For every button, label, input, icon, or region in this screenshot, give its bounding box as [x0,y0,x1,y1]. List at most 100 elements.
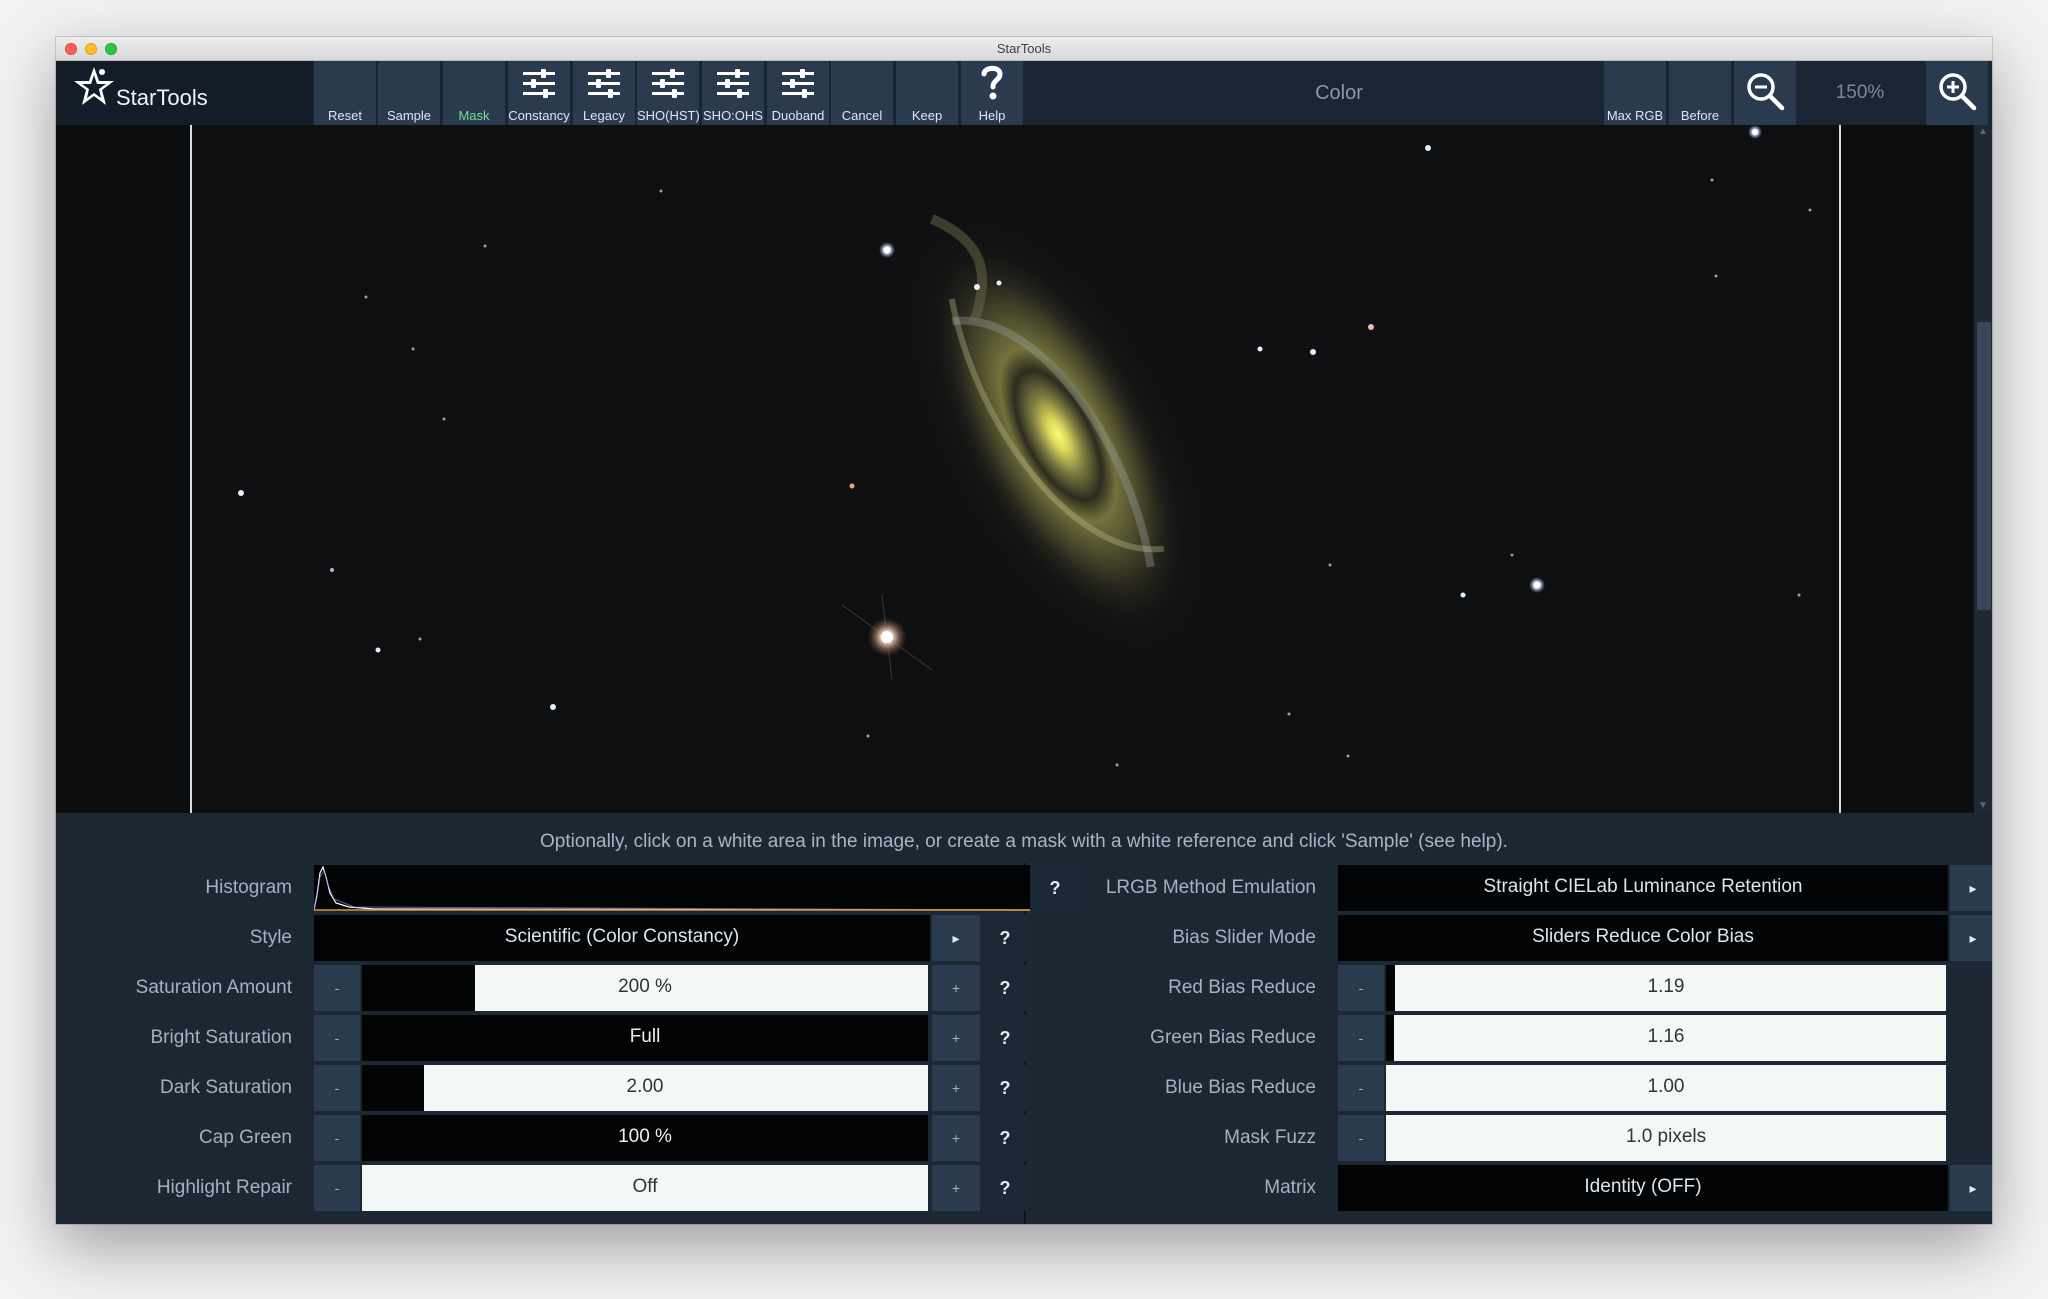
sho-hst-label: SHO(HST) [637,108,700,123]
mask-fuzz-value: 1.0 pixels [1625,1126,1707,1147]
dark-saturation-value: 2.00 [626,1076,664,1097]
histogram-graph [314,865,1030,911]
bias-slider-mode-value: Sliders Reduce Color Bias [1532,926,1754,947]
dark-saturation-slider[interactable]: 2.00 [362,1065,928,1111]
red-bias-slider[interactable]: 1.19 [1386,965,1946,1011]
lrgb-method-dropdown[interactable]: Straight CIELab Luminance Retention [1338,865,1948,911]
bias-slider-mode-next-button[interactable]: ▸ [1950,915,1992,961]
zoom-out-icon [1747,73,1785,111]
saturation-amount-plus[interactable]: + [932,965,980,1011]
highlight-repair-help-button[interactable]: ? [982,1165,1028,1211]
style-dropdown[interactable]: Scientific (Color Constancy) [314,915,930,961]
scroll-up-arrow[interactable]: ▲ [1976,127,1990,137]
zoom-in-icon [1939,73,1977,111]
bright-saturation-value: Full [629,1026,661,1047]
question-icon [981,65,1003,100]
title-bar: StarTools [56,37,1992,61]
saturation-amount-label: Saturation Amount [135,977,292,998]
highlight-repair-slider[interactable]: Off [362,1165,928,1211]
legacy-label: Legacy [583,108,625,123]
before-button[interactable]: Before [1669,61,1731,125]
lrgb-method-next-button[interactable]: ▸ [1950,865,1992,911]
mask-fuzz-minus[interactable]: - [1338,1115,1384,1161]
constancy-button[interactable]: Constancy [508,61,570,125]
sho-ohs-button[interactable]: SHO:OHS [702,61,764,125]
help-label: Help [978,108,1006,123]
cancel-button[interactable]: Cancel [831,61,893,125]
zoom-in-button[interactable] [1926,61,1988,125]
histogram-label: Histogram [205,877,292,898]
duoband-button[interactable]: Duoband [767,61,829,125]
mask-fuzz-slider[interactable]: 1.0 pixels [1386,1115,1946,1161]
matrix-next-button[interactable]: ▸ [1950,1165,1992,1211]
sample-button[interactable]: Sample [378,61,440,125]
lrgb-method-value: Straight CIELab Luminance Retention [1483,876,1803,897]
keep-label: Keep [911,108,943,123]
bright-saturation-slider[interactable]: Full [362,1015,928,1061]
style-help-button[interactable]: ? [982,915,1028,961]
startools-logo: StarTools [56,61,313,125]
sliders-icon [523,69,555,98]
sample-label: Sample [386,108,432,123]
max-rgb-button[interactable]: Max RGB [1604,61,1666,125]
scrollbar-thumb[interactable] [1977,322,1991,610]
zoom-window-button[interactable] [105,43,117,55]
highlight-repair-minus[interactable]: - [314,1165,360,1211]
module-title: Color [1315,82,1363,104]
logo-text: StarTools [116,85,208,110]
red-bias-value: 1.19 [1647,976,1685,997]
help-button[interactable]: Help [961,61,1023,125]
dark-saturation-label: Dark Saturation [159,1077,292,1098]
minimize-window-button[interactable] [85,43,97,55]
red-bias-label: Red Bias Reduce [1168,977,1316,998]
saturation-amount-help-button[interactable]: ? [982,965,1028,1011]
legacy-button[interactable]: Legacy [573,61,635,125]
bias-slider-mode-dropdown[interactable]: Sliders Reduce Color Bias [1338,915,1948,961]
saturation-amount-minus[interactable]: - [314,965,360,1011]
zoom-out-button[interactable] [1734,61,1796,125]
bright-saturation-minus[interactable]: - [314,1015,360,1061]
saturation-amount-slider[interactable]: 200 % [362,965,928,1011]
dark-saturation-minus[interactable]: - [314,1065,360,1111]
red-bias-minus[interactable]: - [1338,965,1384,1011]
mask-button[interactable]: Mask [443,61,505,125]
bright-saturation-plus[interactable]: + [932,1015,980,1061]
green-bias-slider[interactable]: 1.16 [1386,1015,1946,1061]
saturation-amount-value: 200 % [618,976,672,997]
sliders-icon [588,69,620,98]
sho-hst-button[interactable]: SHO(HST) [637,61,700,125]
mask-fuzz-label: Mask Fuzz [1224,1127,1316,1148]
cap-green-help-button[interactable]: ? [982,1115,1028,1161]
blue-bias-label: Blue Bias Reduce [1164,1077,1316,1098]
max-rgb-label: Max RGB [1606,108,1664,123]
blue-bias-value: 1.00 [1647,1076,1685,1097]
cap-green-value: 100 % [618,1126,672,1147]
reset-label: Reset [328,108,362,123]
matrix-dropdown[interactable]: Identity (OFF) [1338,1165,1948,1211]
astro-image[interactable] [192,125,1839,813]
zoom-level: 150% [1835,82,1885,103]
dark-saturation-plus[interactable]: + [932,1065,980,1111]
duoband-label: Duoband [771,108,825,123]
dark-saturation-help-button[interactable]: ? [982,1065,1028,1111]
mask-label: Mask [458,108,490,123]
image-viewport[interactable]: ▲ ▼ [56,125,1992,813]
green-bias-label: Green Bias Reduce [1150,1027,1316,1048]
sho-ohs-label: SHO:OHS [703,108,763,123]
scroll-down-arrow[interactable]: ▼ [1976,801,1990,811]
style-next-button[interactable]: ▸ [932,915,980,961]
highlight-repair-label: Highlight Repair [156,1177,292,1198]
cap-green-minus[interactable]: - [314,1115,360,1161]
highlight-repair-plus[interactable]: + [932,1165,980,1211]
green-bias-minus[interactable]: - [1338,1015,1384,1061]
bright-saturation-help-button[interactable]: ? [982,1015,1028,1061]
sliders-icon [717,69,749,98]
close-window-button[interactable] [65,43,77,55]
blue-bias-minus[interactable]: - [1338,1065,1384,1111]
keep-button[interactable]: Keep [896,61,958,125]
blue-bias-slider[interactable]: 1.00 [1386,1065,1946,1111]
histogram-panel [314,865,1030,911]
reset-button[interactable]: Reset [314,61,376,125]
cap-green-plus[interactable]: + [932,1115,980,1161]
cap-green-slider[interactable]: 100 % [362,1115,928,1161]
